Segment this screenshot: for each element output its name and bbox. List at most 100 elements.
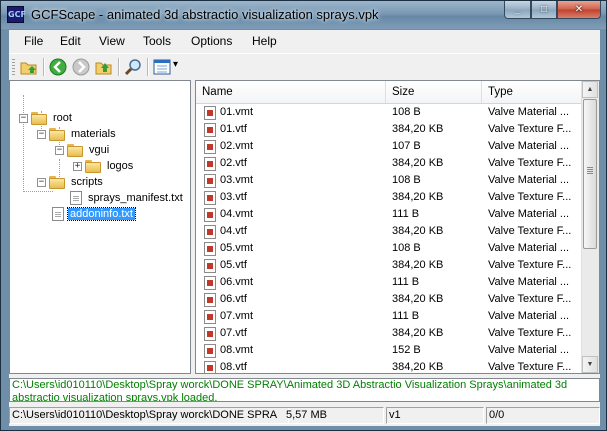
vpk-file-icon [204,242,216,256]
file-size: 384,20 KB [392,361,444,373]
column-header-type[interactable]: Type [482,81,583,103]
table-row[interactable]: 07.vmt 111 B Valve Material ... [196,308,583,325]
file-name: 05.vmt [220,242,254,254]
menu-file[interactable]: File [24,34,43,48]
file-type: Valve Texture F... [488,123,572,135]
text-file-icon [70,191,82,205]
view-dropdown-arrow[interactable]: ▾ [173,59,178,70]
vpk-file-icon [204,208,216,222]
find-icon[interactable] [123,57,143,77]
file-size: 384,20 KB [392,327,444,339]
tree-item-root[interactable]: − root [19,110,74,126]
file-name: 03.vtf [220,191,247,203]
column-header-size[interactable]: Size [386,81,482,103]
back-icon[interactable] [48,57,68,77]
table-row[interactable]: 08.vtf 384,20 KB Valve Texture F... [196,359,583,373]
expand-icon[interactable]: + [73,161,82,171]
vertical-scrollbar[interactable]: ▲ ▼ [581,81,599,373]
close-button[interactable]: ✕ [557,1,601,19]
table-row[interactable]: 03.vmt 108 B Valve Material ... [196,172,583,189]
menu-options[interactable]: Options [191,34,232,48]
menu-view[interactable]: View [99,34,125,48]
collapse-icon[interactable]: − [55,145,64,155]
status-count: 0/0 [486,407,600,424]
table-row[interactable]: 02.vmt 107 B Valve Material ... [196,138,583,155]
status-bar: C:\Users\id010110\Desktop\Spray worck\DO… [9,405,600,426]
table-row[interactable]: 06.vtf 384,20 KB Valve Texture F... [196,291,583,308]
folder-tree[interactable]: − root − materials − vgui + logos − scri… [9,80,191,374]
file-type: Valve Texture F... [488,191,572,203]
collapse-icon[interactable]: − [37,129,46,139]
file-type: Valve Material ... [488,242,570,254]
file-size: 111 B [392,208,420,220]
view-icon[interactable] [152,57,172,77]
log-line: C:\Users\id010110\Desktop\Spray worck\DO… [12,379,568,391]
folder-icon [31,111,47,125]
file-type: Valve Texture F... [488,225,572,237]
tree-item-vgui[interactable]: − vgui [55,142,111,158]
grip-icon [587,167,593,168]
vpk-file-icon [204,344,216,358]
vpk-file-icon [204,106,216,120]
tree-line [23,179,24,192]
forward-icon[interactable] [71,57,91,77]
tree-item-scripts[interactable]: − scripts [37,174,105,190]
status-size: 5,57 MB [284,407,384,424]
tree-item-addoninfo[interactable]: addoninfo.txt [52,206,136,222]
column-header-name[interactable]: Name [196,81,386,103]
file-name: 01.vtf [220,123,247,135]
file-type: Valve Material ... [488,174,570,186]
menu-help[interactable]: Help [252,34,277,48]
vpk-file-icon [204,123,216,137]
table-row[interactable]: 08.vmt 152 B Valve Material ... [196,342,583,359]
collapse-icon[interactable]: − [19,113,28,123]
menu-tools[interactable]: Tools [143,34,171,48]
tree-item-logos[interactable]: + logos [73,158,135,174]
scroll-down-button[interactable]: ▼ [582,356,598,373]
tree-label: vgui [89,144,110,156]
collapse-icon[interactable]: − [37,177,46,187]
scroll-thumb[interactable] [583,99,597,249]
tree-item-materials[interactable]: − materials [37,126,118,142]
gcfscape-app-icon[interactable]: GCF [7,6,26,23]
toolbar-separator [147,58,149,76]
table-row[interactable]: 01.vmt 108 B Valve Material ... [196,104,583,121]
vpk-file-icon [204,361,216,373]
tree-item-sprays-manifest[interactable]: sprays_manifest.txt [70,190,185,206]
file-type: Valve Material ... [488,276,570,288]
file-type: Valve Texture F... [488,293,572,305]
file-size: 384,20 KB [392,259,444,271]
table-row[interactable]: 07.vtf 384,20 KB Valve Texture F... [196,325,583,342]
file-size: 384,20 KB [392,123,444,135]
log-output[interactable]: C:\Users\id010110\Desktop\Spray worck\DO… [9,378,600,402]
minimize-button[interactable]: _ [504,1,531,19]
vpk-file-icon [204,327,216,341]
title-bar[interactable]: GCF GCFScape - animated 3d abstractio vi… [1,1,606,29]
file-size: 111 B [392,310,420,322]
menu-edit[interactable]: Edit [60,34,81,48]
file-list[interactable]: Name Size Type 01.vmt 108 B Valve Material… [195,80,600,374]
status-path: C:\Users\id010110\Desktop\Spray worck\DO… [9,407,289,424]
file-name: 06.vmt [220,276,254,288]
toolbar-separator [43,58,45,76]
vpk-file-icon [204,157,216,171]
file-size: 108 B [392,106,421,118]
maximize-button[interactable]: □ [531,1,557,19]
file-size: 384,20 KB [392,191,444,203]
list-body: 01.vmt 108 B Valve Material ... 01.vtf 384,2… [196,104,583,373]
table-row[interactable]: 05.vtf 384,20 KB Valve Texture F... [196,257,583,274]
table-row[interactable]: 01.vtf 384,20 KB Valve Texture F... [196,121,583,138]
scroll-up-button[interactable]: ▲ [582,81,598,98]
up-icon[interactable] [94,57,114,77]
table-row[interactable]: 05.vmt 108 B Valve Material ... [196,240,583,257]
file-size: 384,20 KB [392,293,444,305]
open-icon[interactable] [19,57,39,77]
table-row[interactable]: 03.vtf 384,20 KB Valve Texture F... [196,189,583,206]
file-type: Valve Material ... [488,106,570,118]
table-row[interactable]: 04.vmt 111 B Valve Material ... [196,206,583,223]
file-type: Valve Texture F... [488,157,572,169]
table-row[interactable]: 04.vtf 384,20 KB Valve Texture F... [196,223,583,240]
toolbar-grip[interactable] [12,59,15,75]
table-row[interactable]: 02.vtf 384,20 KB Valve Texture F... [196,155,583,172]
table-row[interactable]: 06.vmt 111 B Valve Material ... [196,274,583,291]
